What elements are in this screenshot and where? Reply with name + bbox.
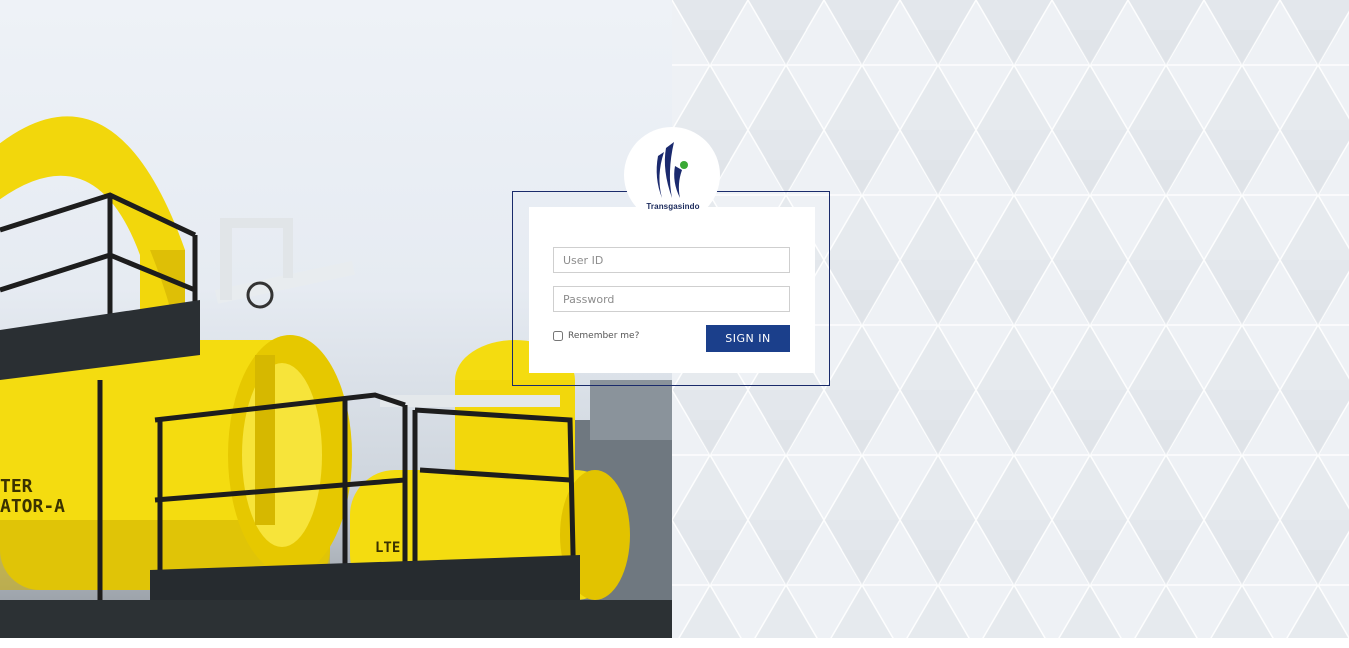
user-id-input[interactable]: [553, 247, 790, 273]
svg-text:TER: TER: [0, 476, 33, 497]
remember-me-option[interactable]: Remember me?: [553, 331, 639, 341]
login-page: TER ATOR-A LTE Transgasindo User ID Reme…: [0, 0, 1349, 638]
tgi-logo-icon: [656, 142, 688, 198]
sign-in-button[interactable]: SIGN IN: [706, 325, 790, 352]
svg-text:ATOR-A: ATOR-A: [0, 496, 65, 517]
remember-me-checkbox[interactable]: [553, 331, 563, 341]
password-input[interactable]: [553, 286, 790, 312]
svg-text:LTE: LTE: [375, 540, 400, 556]
remember-me-label: Remember me?: [568, 331, 640, 341]
brand-name: Transgasindo: [646, 202, 700, 211]
